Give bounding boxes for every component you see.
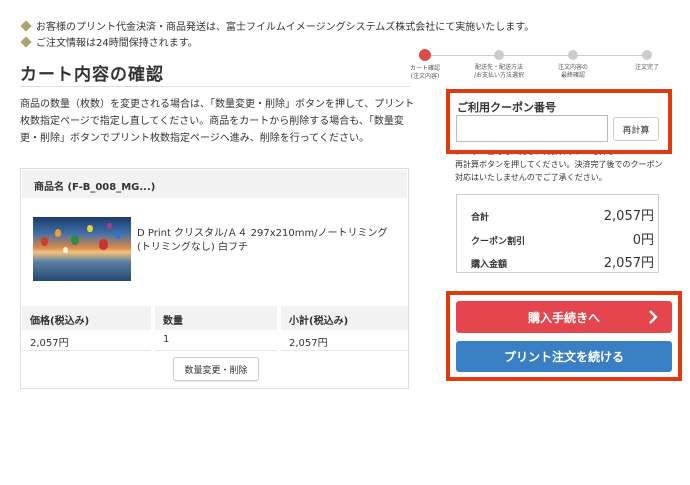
price-value: 2,057円 bbox=[22, 331, 151, 351]
cart-item-box: 商品名 (F-B_008_MG...) D Print クリスタル/Ａ４ 297… bbox=[20, 168, 409, 389]
step-label: 注文完了 bbox=[634, 64, 659, 71]
step-dot-active bbox=[419, 49, 431, 61]
summary-label: クーポン割引 bbox=[471, 237, 526, 247]
summary-row-coupon-discount: クーポン割引 0円 bbox=[471, 229, 654, 248]
step-label: 注文内容の 最終確認 bbox=[557, 64, 588, 79]
subtotal-column-header: 小計(税込み) bbox=[281, 306, 408, 330]
step-dot bbox=[642, 50, 652, 60]
price-column-header: 価格(税込み) bbox=[22, 306, 151, 330]
step-final-confirm: 注文内容の 最終確認 bbox=[538, 50, 608, 80]
notice-text: ご注文情報は24時間保持されます。 bbox=[36, 38, 198, 49]
instructions-text: 商品の数量（枚数）を変更される場合は、「数量変更・削除」ボタンを押して、プリント… bbox=[20, 99, 415, 144]
diamond-bullet-icon bbox=[20, 35, 32, 48]
summary-row-purchase-amount: 購入金額 2,057円 bbox=[471, 252, 654, 271]
quantity-column-header: 数量 bbox=[155, 306, 277, 330]
step-dot bbox=[568, 50, 578, 60]
summary-value: 2,057円 bbox=[603, 209, 654, 224]
step-dot bbox=[494, 50, 504, 60]
buttons-highlight-frame bbox=[446, 291, 682, 381]
step-complete: 注文完了 bbox=[612, 50, 682, 72]
summary-value: 0円 bbox=[632, 233, 654, 248]
coupon-note-line: 再計算ボタンを押してください。決済完了後でのクーポン対応はいたしませんのでご了承… bbox=[455, 160, 663, 182]
summary-row-total: 合計 2,057円 bbox=[471, 205, 654, 224]
step-label: 配送先・配送方法 /お支払い方法選択 bbox=[473, 64, 525, 79]
coupon-highlight-frame bbox=[446, 89, 672, 154]
coupon-note: クーポン番号を入力し、再計算ボタンを押し 再計算ボタンを押してください。決済完了… bbox=[455, 150, 670, 186]
product-header: 商品名 (F-B_008_MG...) bbox=[22, 170, 407, 198]
summary-label: 購入金額 bbox=[471, 260, 508, 270]
title-divider bbox=[20, 86, 410, 87]
price-summary: 合計 2,057円 クーポン割引 0円 購入金額 2,057円 bbox=[456, 194, 659, 273]
diamond-bullet-icon bbox=[20, 19, 32, 32]
notice-text: お客様のプリント代金決済・商品発送は、富士フイルムイメージングシステムズ株式会社… bbox=[36, 22, 535, 33]
step-shipping: 配送先・配送方法 /お支払い方法選択 bbox=[464, 50, 534, 80]
page-title: カート内容の確認 bbox=[20, 65, 164, 85]
checkout-progress-steps: カート確認 (注文内容) 配送先・配送方法 /お支払い方法選択 注文内容の 最終… bbox=[398, 49, 678, 90]
step-cart-confirm: カート確認 (注文内容) bbox=[390, 49, 460, 81]
change-quantity-button[interactable]: 数量変更・削除 bbox=[173, 357, 259, 381]
step-label: カート確認 (注文内容) bbox=[409, 65, 440, 80]
product-name: D Print クリスタル/Ａ４ 297x210mm/ノートリミング(トリミング… bbox=[137, 228, 388, 253]
quantity-value: 1 bbox=[155, 331, 277, 351]
summary-value: 2,057円 bbox=[603, 256, 654, 271]
subtotal-value: 2,057円 bbox=[281, 331, 408, 351]
summary-label: 合計 bbox=[471, 213, 490, 223]
product-thumbnail[interactable] bbox=[33, 217, 131, 281]
notice-payment: お客様のプリント代金決済・商品発送は、富士フイルムイメージングシステムズ株式会社… bbox=[20, 18, 534, 33]
notice-retention: ご注文情報は24時間保持されます。 bbox=[20, 34, 198, 49]
